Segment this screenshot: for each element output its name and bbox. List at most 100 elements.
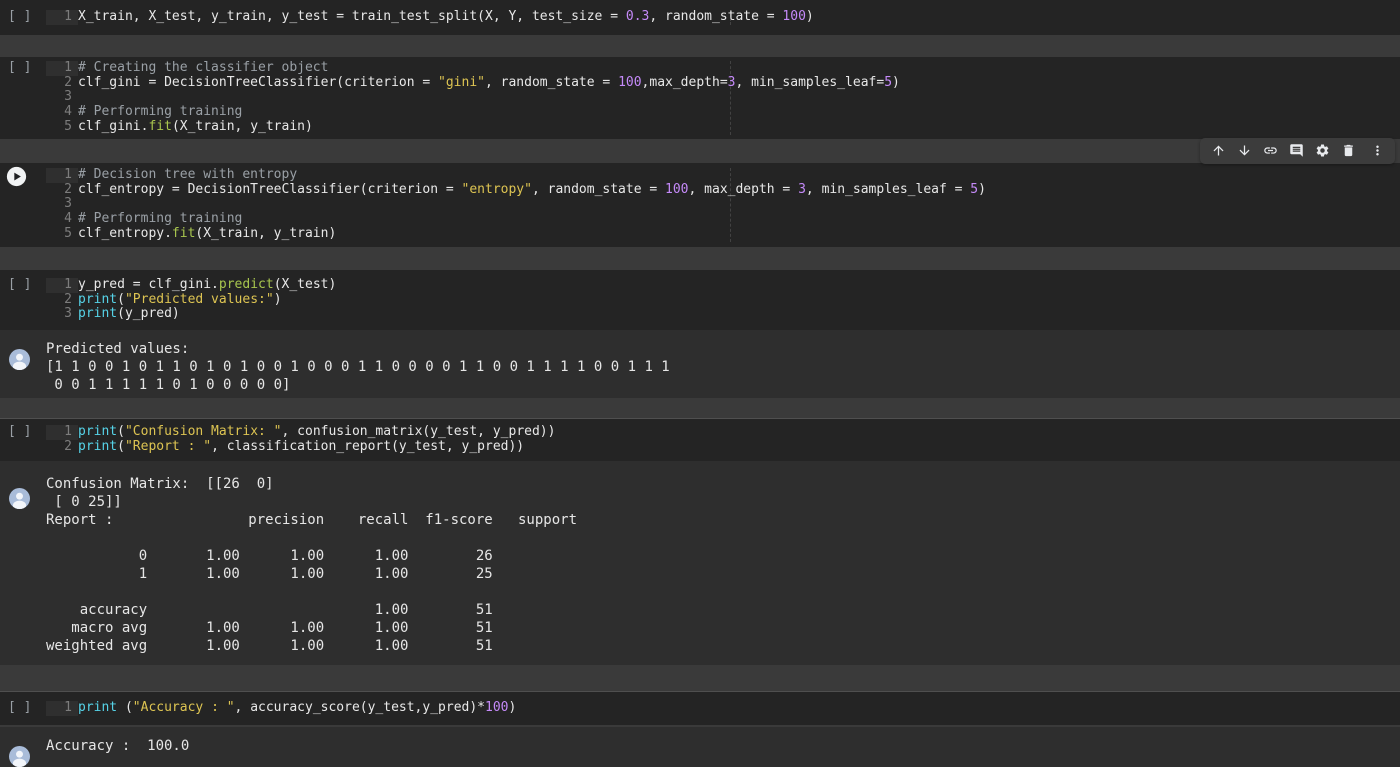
- cell-gutter: [ ]: [0, 277, 46, 322]
- code-line: 1 y_pred = clf_gini.predict(X_test): [46, 276, 1400, 293]
- code-cell[interactable]: [ ] 1 print("Confusion Matrix: ", confusio…: [0, 418, 1400, 461]
- code-line: 4 # Performing training: [46, 211, 1400, 227]
- output-text: Accuracy : 100.0: [46, 737, 190, 754]
- cell-gutter: [ ]: [0, 60, 46, 135]
- run-cell-button[interactable]: [ ]: [8, 9, 46, 25]
- code-line: 3: [46, 197, 1400, 212]
- line-number: 3: [64, 89, 72, 105]
- user-avatar: [9, 745, 30, 767]
- trash-icon: [1343, 145, 1353, 157]
- arrow-down-icon: [1239, 145, 1249, 156]
- user-avatar: [9, 487, 30, 509]
- line-number: 5: [64, 118, 72, 134]
- code-text: # Performing training: [78, 211, 243, 227]
- code-text: print("Predicted values:"): [78, 291, 282, 307]
- code-line: 5 clf_entropy.fit(X_train, y_train): [46, 225, 1400, 242]
- code-editor[interactable]: 1 print ("Accuracy : ", accuracy_score(y_…: [46, 699, 1400, 716]
- code-line: 2 clf_entropy = DecisionTreeClassifier(cr…: [46, 181, 1400, 198]
- code-text: print("Report : ", classification_report…: [78, 438, 525, 454]
- code-editor[interactable]: 1 # Decision tree with entropy 2 clf_entrop…: [46, 166, 1400, 242]
- line-number: 4: [64, 104, 72, 120]
- line-number: 2: [64, 181, 72, 197]
- line-number: 1: [46, 60, 78, 76]
- code-line: 4 # Performing training: [46, 104, 1400, 120]
- code-cell[interactable]: [ ] 1 print ("Accuracy : ", accuracy_score…: [0, 690, 1400, 725]
- code-text: X_train, X_test, y_train, y_test = train…: [78, 9, 814, 24]
- code-cell[interactable]: [ ] 1 X_train, X_test, y_train, y_test = t…: [0, 0, 1400, 35]
- line-number: 2: [64, 74, 72, 90]
- code-editor[interactable]: 1 y_pred = clf_gini.predict(X_test) 2 print…: [46, 276, 1400, 322]
- code-line: 3: [46, 90, 1400, 105]
- run-cell-button[interactable]: [ ]: [8, 60, 46, 76]
- cell-output-area: Predicted values: [1 1 0 0 1 0 1 1 0 1 0…: [0, 330, 1400, 399]
- user-avatar: [9, 349, 30, 371]
- run-cell-button[interactable]: [6, 166, 46, 187]
- line-number: 2: [64, 291, 72, 307]
- cell-toolbar: [1200, 137, 1395, 164]
- code-editor[interactable]: 1 # Creating the classifier object 2 clf_gi…: [46, 59, 1400, 135]
- run-cell-button[interactable]: [ ]: [8, 277, 46, 293]
- run-cell-button[interactable]: [ ]: [8, 700, 46, 716]
- code-cell[interactable]: 1 # Decision tree with entropy 2 clf_entrop…: [0, 137, 1400, 247]
- line-number: 1: [46, 277, 78, 293]
- code-line: 2 print("Predicted values:"): [46, 291, 1400, 308]
- cell-gutter: [ ]: [0, 9, 46, 25]
- comment-icon: [1289, 144, 1303, 158]
- copy-cell-link-button[interactable]: [1257, 139, 1283, 163]
- cell-gutter: [ ]: [0, 424, 46, 455]
- link-icon: [1263, 147, 1277, 154]
- line-number: 5: [64, 225, 72, 241]
- code-line: 3 print(y_pred): [46, 306, 1400, 322]
- code-editor[interactable]: 1 print("Confusion Matrix: ", confusion_m…: [46, 424, 1400, 455]
- line-number: 1: [46, 9, 78, 25]
- line-number: 3: [64, 196, 72, 212]
- output-text: Confusion Matrix: [[26 0] [ 0 25]] Repor…: [46, 475, 578, 654]
- code-editor[interactable]: 1 X_train, X_test, y_train, y_test = trai…: [46, 9, 1400, 25]
- user-avatar-icon: [9, 349, 30, 371]
- line-number: 1: [46, 424, 78, 440]
- arrow-up-icon: [1213, 145, 1223, 156]
- move-cell-down-button[interactable]: [1231, 139, 1257, 163]
- delete-cell-button[interactable]: [1335, 139, 1361, 163]
- more-actions-button[interactable]: [1364, 139, 1390, 163]
- code-text: clf_gini.fit(X_train, y_train): [78, 118, 313, 134]
- code-line: 1 X_train, X_test, y_train, y_test = trai…: [46, 9, 1400, 25]
- code-text: # Decision tree with entropy: [78, 166, 298, 182]
- code-line: 2 print("Report : ", classification_repor…: [46, 438, 1400, 455]
- code-text: # Performing training: [78, 104, 243, 120]
- code-line: 5 clf_gini.fit(X_train, y_train): [46, 118, 1400, 135]
- cell-gutter: [0, 475, 46, 655]
- code-text: # Creating the classifier object: [78, 59, 329, 75]
- code-text: print ("Accuracy : ", accuracy_score(y_t…: [78, 699, 517, 715]
- code-text: clf_gini = DecisionTreeClassifier(criter…: [78, 74, 900, 90]
- line-number: 2: [64, 438, 72, 454]
- code-cell[interactable]: [ ] 1 # Creating the classifier object 2 clf…: [0, 56, 1400, 139]
- user-avatar-icon: [9, 745, 30, 767]
- user-avatar-icon: [9, 487, 30, 509]
- gear-icon: [1316, 144, 1328, 157]
- run-play-icon: [6, 166, 27, 186]
- code-cell[interactable]: [ ] 1 y_pred = clf_gini.predict(X_test) 2 pr…: [0, 269, 1400, 331]
- code-text: print(y_pred): [78, 306, 180, 322]
- add-comment-button[interactable]: [1283, 139, 1309, 163]
- cell-gutter: [ ]: [0, 700, 46, 716]
- run-cell-button[interactable]: [ ]: [8, 424, 46, 440]
- code-line: 1 # Decision tree with entropy: [46, 166, 1400, 183]
- code-text: clf_entropy = DecisionTreeClassifier(cri…: [78, 181, 986, 197]
- code-text: y_pred = clf_gini.predict(X_test): [78, 276, 337, 292]
- cell-output-area: Confusion Matrix: [[26 0] [ 0 25]] Repor…: [0, 460, 1400, 665]
- code-text: clf_entropy.fit(X_train, y_train): [78, 225, 337, 241]
- code-line: 2 clf_gini = DecisionTreeClassifier(crite…: [46, 74, 1400, 91]
- cell-gutter: [0, 737, 46, 767]
- code-line: 1 print ("Accuracy : ", accuracy_score(y_…: [46, 699, 1400, 716]
- cell-gutter: [0, 340, 46, 394]
- code-line: 1 # Creating the classifier object: [46, 59, 1400, 76]
- cell-output-area: Accuracy : 100.0: [0, 726, 1400, 767]
- output-text: Predicted values: [1 1 0 0 1 0 1 1 0 1 0…: [46, 341, 670, 394]
- line-number: 4: [64, 211, 72, 227]
- move-cell-up-button[interactable]: [1205, 139, 1231, 163]
- open-settings-button[interactable]: [1309, 139, 1335, 163]
- cell-gutter: [0, 166, 46, 242]
- line-number: 1: [46, 167, 78, 183]
- code-text: print("Confusion Matrix: ", confusion_ma…: [78, 424, 556, 440]
